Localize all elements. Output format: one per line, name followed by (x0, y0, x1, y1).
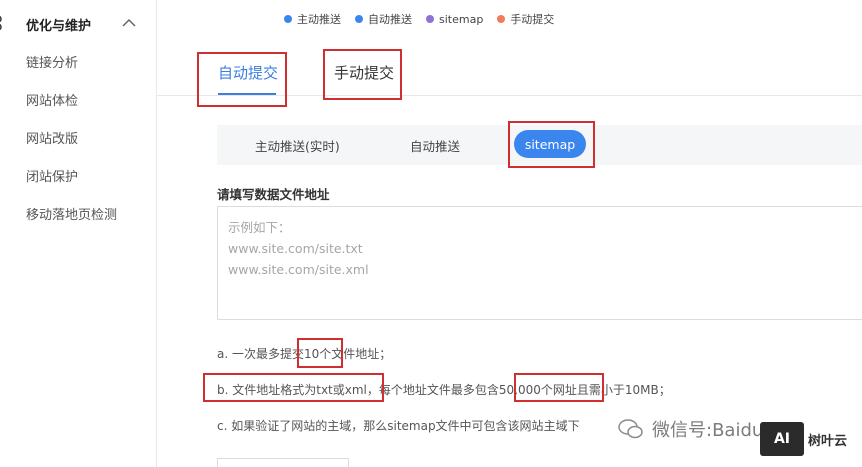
legend-label: 主动推送 (297, 13, 341, 26)
subtab-active-push[interactable]: 主动推送(实时) (255, 136, 340, 155)
legend-dot (426, 15, 434, 23)
wechat-icon (618, 419, 643, 439)
sidebar-item-site-revision[interactable]: 网站改版 (26, 128, 78, 147)
bottom-input[interactable] (217, 458, 349, 467)
highlight-box (323, 49, 402, 100)
sitemap-url-textarea[interactable]: 示例如下： www.site.com/site.txt www.site.com… (217, 206, 862, 320)
brand-logo: AI (760, 422, 804, 456)
legend-label: 自动推送 (368, 13, 412, 26)
sidebar-item-link-analysis[interactable]: 链接分析 (26, 52, 78, 71)
sidebar-item-site-closure[interactable]: 闭站保护 (26, 166, 78, 185)
sidebar-group-header[interactable]: 优化与维护 (0, 12, 157, 36)
placeholder-line: www.site.com/site.txt (228, 241, 363, 256)
subtab-auto-push[interactable]: 自动推送 (410, 136, 460, 155)
legend-dot (284, 15, 292, 23)
highlight-box (514, 373, 604, 402)
placeholder-line: www.site.com/site.xml (228, 262, 369, 277)
note-c: c. 如果验证了网站的主域，那么sitemap文件中可包含该网站主域下 (217, 419, 580, 433)
legend-label: sitemap (439, 12, 484, 26)
legend-item[interactable]: sitemap (426, 13, 483, 26)
legend-dot (497, 15, 506, 23)
sidebar-group-title: 优化与维护 (26, 19, 92, 34)
sidebar-item-site-check[interactable]: 网站体检 (26, 90, 78, 109)
legend-item[interactable]: 自动推送 (355, 11, 412, 27)
legend-label: 手动提交 (510, 13, 555, 26)
legend-item[interactable]: 手动提交 (497, 11, 554, 27)
group-icon (0, 15, 2, 31)
sidebar: 优化与维护 链接分析 网站体检 网站改版 闭站保护 移动落地页检测 (0, 0, 157, 467)
brand-name: 树叶云 (808, 434, 848, 449)
placeholder-line: 示例如下： (228, 220, 291, 235)
sidebar-item-mobile-landing[interactable]: 移动落地页检测 (26, 204, 117, 223)
highlight-box (197, 52, 287, 107)
highlight-box (297, 338, 343, 368)
chevron-up-icon[interactable] (120, 15, 138, 31)
legend-dot (355, 15, 363, 23)
legend: 主动推送 自动推送 sitemap 手动提交 (284, 10, 568, 28)
form-label: 请填写数据文件地址 (217, 187, 330, 202)
legend-item[interactable]: 主动推送 (284, 11, 341, 27)
highlight-box (508, 121, 595, 168)
highlight-box (203, 373, 384, 402)
